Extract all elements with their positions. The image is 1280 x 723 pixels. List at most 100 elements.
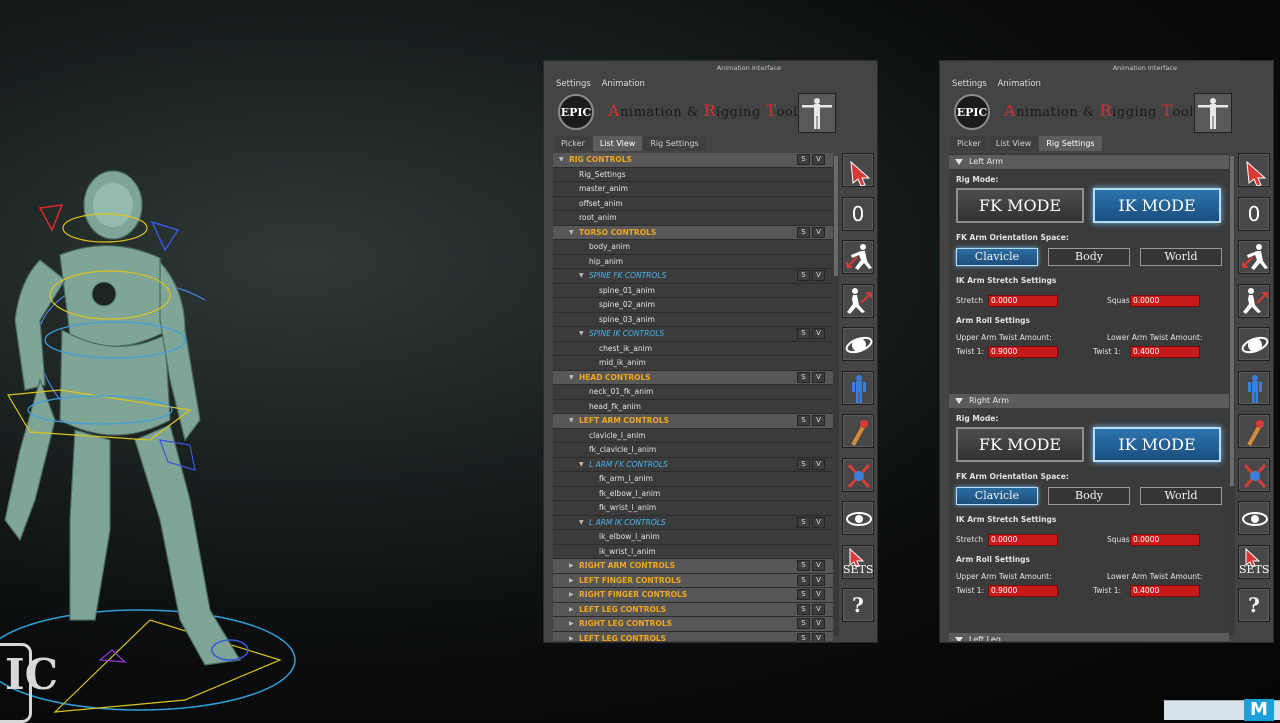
collapse-arrow-icon[interactable]: ▶ [569,632,574,642]
list-item[interactable]: neck_01_fk_anim [553,385,833,400]
list-item[interactable]: master_anim [553,182,833,197]
right-arm-stretch-field[interactable]: 0.0000 [988,534,1058,546]
character-mode-button[interactable] [1238,370,1270,405]
group-header[interactable]: ▼ SPINE FK CONTROLS S V [553,269,833,284]
scrollbar-thumb[interactable] [834,156,838,276]
character-mode-button[interactable] [842,370,874,405]
visibility-toggle-button[interactable]: V [812,458,825,470]
list-item[interactable]: body_anim [553,240,833,255]
select-arrow-button[interactable] [842,153,874,187]
select-group-button[interactable]: S [797,589,810,600]
selection-sets-button[interactable]: SETS [842,544,874,579]
left-leg-section-header[interactable]: Left Leg [949,633,1229,641]
right-arm-orient-clavicle-button[interactable]: Clavicle [956,487,1038,505]
collapse-arrow-icon[interactable]: ▶ [569,559,574,572]
help-button[interactable]: ? [1238,588,1270,622]
visibility-toggle-button[interactable]: V [812,328,825,339]
select-group-button[interactable]: S [797,371,810,383]
list-item[interactable]: spine_01_anim [553,284,833,298]
group-header[interactable]: ▶ RIGHT LEG CONTROLS S V [553,617,833,632]
visibility-toggle-button[interactable]: V [812,415,825,426]
visibility-toggle-button[interactable]: V [812,603,825,615]
tab-picker[interactable]: Picker [950,136,988,151]
visibility-toggle-button[interactable]: V [812,371,825,383]
collapse-arrow-icon[interactable]: ▶ [569,574,574,587]
left-arm-squash-field[interactable]: 0.0000 [1130,295,1200,307]
fk-to-ik-button[interactable] [842,240,874,274]
right-arm-section-header[interactable]: Right Arm [949,394,1229,408]
collapse-arrow-icon[interactable]: ▶ [569,588,574,601]
visibility-toggle-button[interactable]: V [812,589,825,600]
expand-arrow-icon[interactable]: ▼ [569,414,574,427]
ik-to-fk-button[interactable] [1238,283,1270,318]
right-arm-orient-world-button[interactable]: World [1140,487,1222,505]
list-item[interactable]: fk_arm_l_anim [553,472,833,487]
select-group-button[interactable]: S [797,226,810,238]
expand-arrow-icon[interactable]: ▼ [569,226,574,239]
menu-animation[interactable]: Animation [602,79,645,89]
list-item[interactable]: spine_02_anim [553,298,833,313]
select-group-button[interactable]: S [797,574,810,586]
left-arm-orient-clavicle-button[interactable]: Clavicle [956,248,1038,266]
select-group-button[interactable]: S [797,632,810,641]
right-arm-orient-body-button[interactable]: Body [1048,487,1130,505]
left-arm-orient-world-button[interactable]: World [1140,248,1222,266]
visibility-toggle-button[interactable]: V [812,270,825,281]
list-item[interactable]: ik_wrist_l_anim [553,545,833,559]
list-item[interactable]: offset_anim [553,197,833,211]
visibility-toggle-button[interactable]: V [812,516,825,528]
menu-settings[interactable]: Settings [556,79,591,89]
tab-picker[interactable]: Picker [554,136,592,151]
left-arm-stretch-field[interactable]: 0.0000 [988,295,1058,307]
group-header[interactable]: ▼ LEFT ARM CONTROLS S V [553,414,833,429]
character-select-button[interactable] [798,93,836,133]
character-select-button[interactable] [1194,93,1232,133]
group-header[interactable]: ▶ LEFT LEG CONTROLS S V [553,631,833,642]
select-group-button[interactable]: S [797,560,810,571]
visibility-eye-button[interactable] [1238,501,1270,535]
list-item[interactable]: fk_elbow_l_anim [553,487,833,501]
visibility-toggle-button[interactable]: V [812,632,825,641]
rig-settings-content[interactable]: Left Arm Rig Mode: FK MODE IK MODE FK Arm Or… [949,153,1229,641]
animation-interface-rig-settings-window[interactable]: Animation Interface Settings Animation E… [939,60,1274,643]
list-scrollbar[interactable] [833,156,839,636]
left-arm-orient-body-button[interactable]: Body [1048,248,1130,266]
select-group-button[interactable]: S [797,458,810,470]
list-item[interactable]: chest_ik_anim [553,342,833,356]
tab-list-view[interactable]: List View [592,136,643,151]
list-item[interactable]: Rig_Settings [553,168,833,182]
list-item[interactable]: ik_elbow_l_anim [553,530,833,545]
tab-rig-settings[interactable]: Rig Settings [1039,136,1102,151]
right-arm-squash-field[interactable]: 0.0000 [1130,534,1200,546]
visibility-toggle-button[interactable]: V [812,574,825,586]
space-switch-button[interactable] [842,327,874,361]
select-group-button[interactable]: S [797,618,810,629]
right-arm-lower-twist-field[interactable]: 0.4000 [1130,585,1200,597]
reset-zero-button[interactable]: 0 [1238,196,1270,231]
group-header[interactable]: ▼ RIG CONTROLS S V [553,153,833,168]
group-header[interactable]: ▼ SPINE IK CONTROLS S V [553,327,833,342]
fk-to-ik-button[interactable] [1238,240,1270,274]
menu-settings[interactable]: Settings [952,79,987,89]
help-button[interactable]: ? [842,588,874,622]
select-group-button[interactable]: S [797,270,810,281]
right-arm-ik-mode-button[interactable]: IK MODE [1093,427,1221,462]
group-header[interactable]: ▶ LEFT LEG CONTROLS S V [553,602,833,617]
tab-rig-settings[interactable]: Rig Settings [643,136,706,151]
selection-sets-button[interactable]: SETS [1238,544,1270,579]
select-group-button[interactable]: S [797,603,810,615]
taskbar-thumbnail[interactable]: M [1164,699,1280,721]
expand-arrow-icon[interactable]: ▼ [579,327,584,340]
select-group-button[interactable]: S [797,516,810,528]
list-item[interactable]: fk_clavicle_l_anim [553,443,833,458]
scrollbar-thumb[interactable] [1230,156,1234,486]
group-header[interactable]: ▶ RIGHT ARM CONTROLS S V [553,559,833,574]
left-arm-upper-twist-field[interactable]: 0.9000 [988,346,1058,358]
list-item[interactable]: mid_ik_anim [553,356,833,371]
mirror-pose-button[interactable] [1238,457,1270,492]
expand-arrow-icon[interactable]: ▼ [579,516,584,529]
visibility-toggle-button[interactable]: V [812,154,825,165]
ik-to-fk-button[interactable] [842,283,874,318]
collapse-arrow-icon[interactable]: ▶ [569,603,574,616]
group-header[interactable]: ▼ HEAD CONTROLS S V [553,370,833,385]
